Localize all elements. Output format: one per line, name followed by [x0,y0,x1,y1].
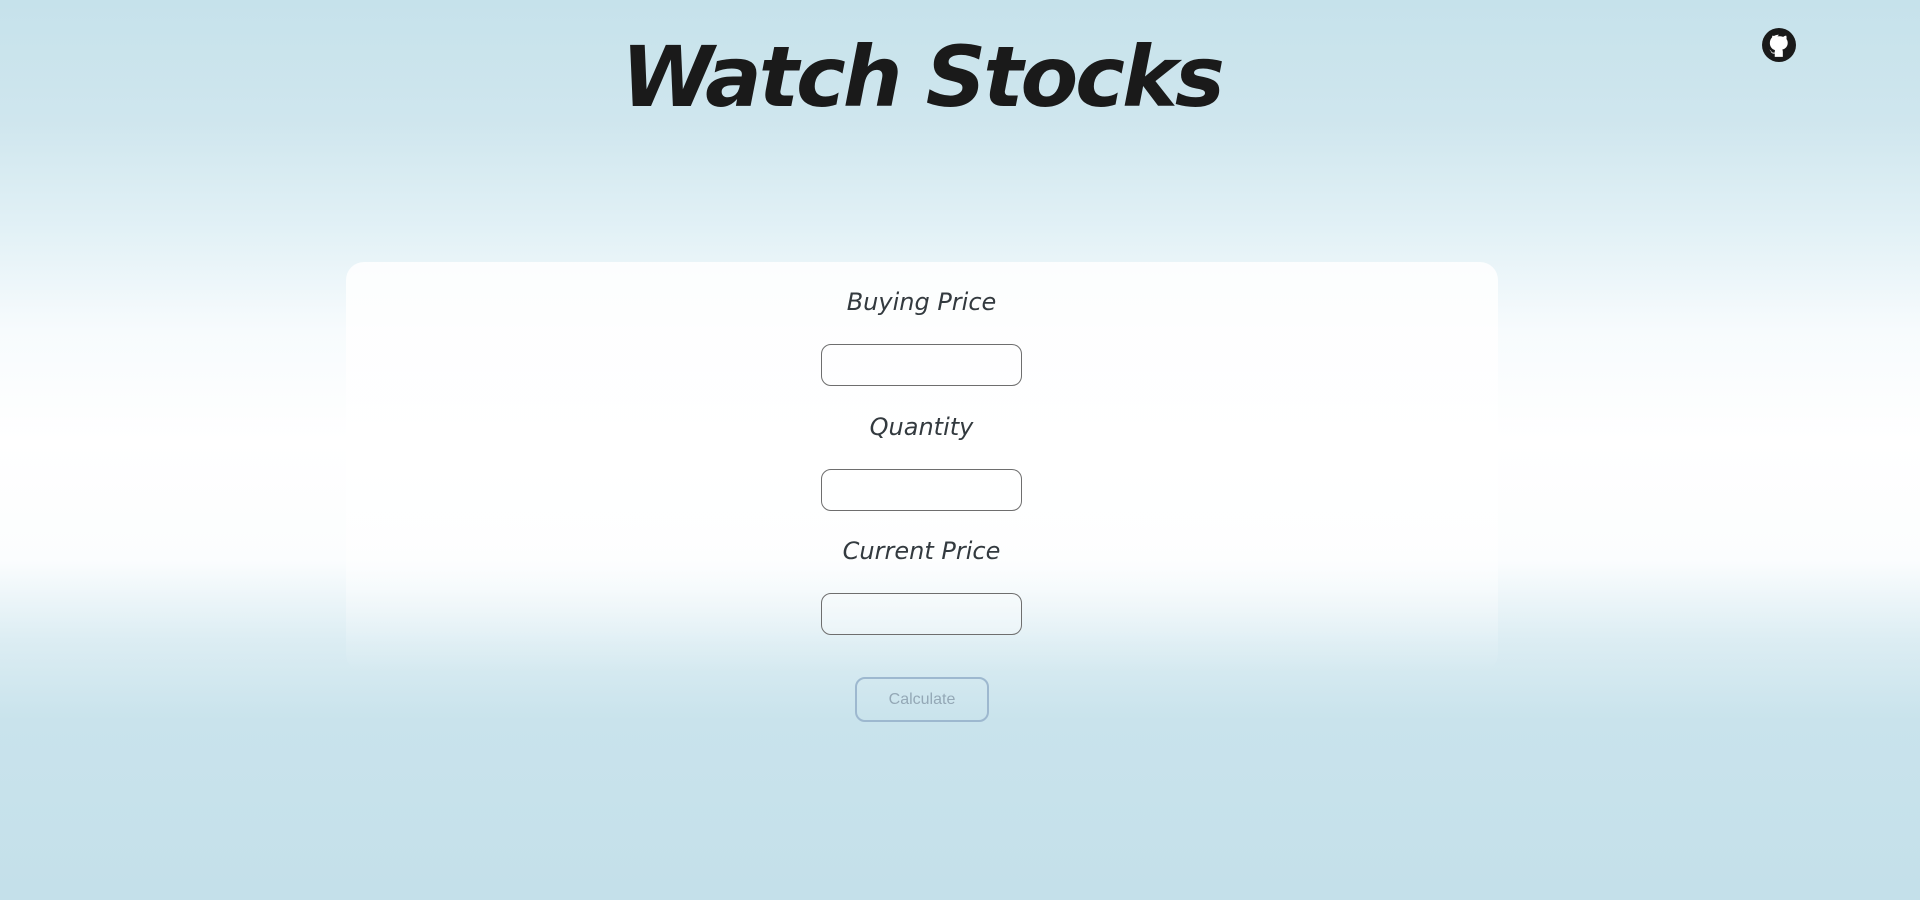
quantity-label: Quantity [869,413,974,441]
page-title: Watch Stocks [621,28,1225,126]
current-price-label: Current Price [842,537,1001,565]
calculate-button[interactable]: Calculate [855,677,989,722]
github-icon [1762,28,1796,62]
buying-price-label: Buying Price [846,288,997,316]
current-price-input[interactable] [821,593,1022,635]
quantity-input[interactable] [821,469,1022,511]
github-link[interactable] [1762,28,1796,62]
buying-price-input[interactable] [821,344,1022,386]
